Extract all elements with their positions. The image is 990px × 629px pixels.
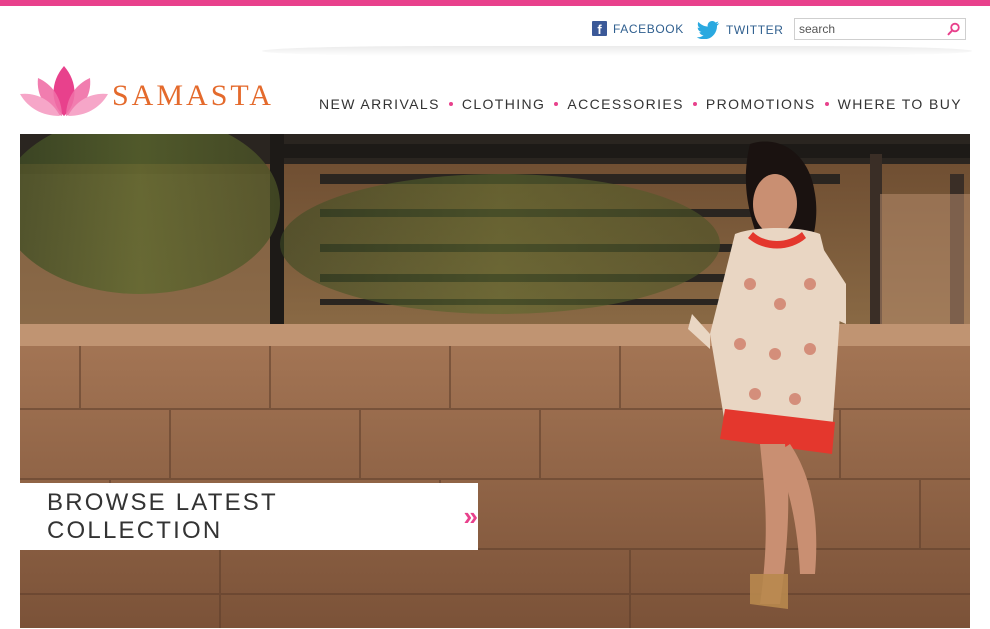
twitter-label: TWITTER (726, 23, 784, 37)
site-logo[interactable]: SAMASTA (20, 64, 274, 118)
search-box (794, 18, 966, 40)
twitter-link[interactable]: TWITTER (696, 21, 784, 39)
nav-item-new-arrivals[interactable]: NEW ARRIVALS (319, 96, 440, 112)
twitter-bird-icon (696, 21, 720, 39)
magnifier-icon[interactable] (947, 22, 961, 36)
brand-name: SAMASTA (112, 79, 274, 112)
hero-photo (20, 134, 970, 628)
main-nav: NEW ARRIVALS CLOTHING ACCESSORIES PROMOT… (319, 96, 962, 112)
nav-separator (824, 102, 829, 106)
nav-separator (448, 102, 453, 106)
nav-item-where-to-buy[interactable]: WHERE TO BUY (838, 96, 962, 112)
nav-separator (554, 102, 559, 106)
header-shadow (262, 46, 972, 56)
nav-item-accessories[interactable]: ACCESSORIES (567, 96, 684, 112)
hero-banner (20, 134, 970, 628)
search-input[interactable] (795, 19, 940, 39)
double-chevron-right-icon: » (463, 501, 478, 531)
browse-collection-label: BROWSE LATEST COLLECTION (47, 488, 278, 544)
nav-separator (692, 102, 697, 106)
nav-item-promotions[interactable]: PROMOTIONS (706, 96, 816, 112)
nav-item-clothing[interactable]: CLOTHING (462, 96, 546, 112)
facebook-icon: f (592, 21, 607, 36)
top-accent-bar (0, 0, 990, 6)
lotus-icon (20, 66, 108, 116)
facebook-link[interactable]: f FACEBOOK (592, 21, 684, 36)
facebook-label: FACEBOOK (613, 21, 684, 36)
browse-collection-button[interactable]: BROWSE LATEST COLLECTION » (20, 483, 478, 550)
utility-bar: f FACEBOOK TWITTER (0, 18, 990, 44)
